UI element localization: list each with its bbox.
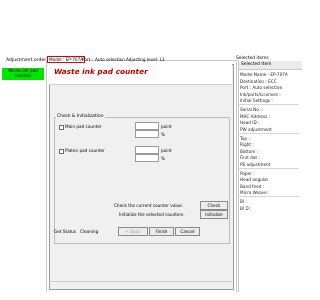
platen-pad-label: Platen pad counter (65, 148, 105, 153)
selected-item: Model Name : EP-707A (240, 72, 288, 77)
main-pad-percent-unit: % (161, 132, 165, 137)
initialize-description: Initialize the selected counters. (119, 212, 185, 217)
check-description: Check the current counter value. (114, 203, 184, 208)
platen-pad-point-field (135, 146, 159, 154)
main-pad-percent-field (135, 130, 159, 138)
tab-model[interactable]: Model : EP-707A (47, 56, 86, 63)
initialize-button[interactable]: Initialize (200, 210, 228, 219)
selected-item: Top : (240, 135, 250, 141)
tab-port[interactable]: Port : (82, 57, 93, 62)
tab-adjusting-level[interactable]: Adjusting level: L3 (126, 57, 165, 62)
selected-item: Ink/parts/Licenses : (240, 91, 281, 97)
platen-pad-percent-field (135, 154, 159, 162)
selected-item: PE adjustment (240, 161, 271, 167)
selected-item: BI : (240, 199, 247, 204)
selected-item: MAC Address : (240, 113, 271, 119)
selected-item: First dot : (240, 155, 260, 160)
group-title: Check & Initialization (56, 114, 105, 119)
platen-pad-point-unit: point (161, 148, 172, 153)
main-pad-checkbox[interactable] (59, 125, 64, 130)
bottom-strip (0, 292, 300, 300)
selected-item: Bottom : (240, 148, 259, 154)
platen-pad-percent-unit: % (161, 156, 165, 161)
selected-item: BI D : (240, 205, 252, 211)
selected-item: PW adjustment (240, 126, 272, 132)
selected-item: Head angular (240, 177, 269, 182)
status-value: Cleaning (80, 229, 99, 234)
main-pad-label: Main pad counter (65, 124, 102, 129)
selected-item: Band feed : (240, 183, 265, 189)
selected-item: Head ID : (240, 120, 260, 125)
get-status-label: Get Status (54, 229, 77, 234)
selected-item: Paper : (240, 170, 255, 176)
back-button[interactable]: < Back (118, 227, 148, 236)
dialog-title: Waste ink pad counter (54, 67, 148, 76)
selected-item: Port : Auto selection (240, 85, 283, 90)
selected-item: Right : (240, 142, 254, 147)
panel-separator (239, 132, 299, 134)
adjustment-item-waste-ink[interactable]: Waste ink pad counter (2, 68, 44, 80)
selected-item: Destination : ECC (240, 78, 277, 84)
finish-button[interactable]: Finish (149, 227, 174, 236)
check-button[interactable]: Check (200, 201, 228, 210)
adjustment-order-title: Adjustment order (6, 58, 47, 63)
panel-separator (239, 167, 299, 169)
main-pad-point-field (135, 122, 159, 130)
adjustment-order-panel (0, 62, 50, 290)
selected-item: Serial No. : (240, 107, 263, 112)
main-pad-point-unit: point (161, 124, 172, 129)
panel-separator (239, 104, 299, 105)
platen-pad-checkbox[interactable] (59, 149, 64, 154)
selected-item: Initial Settings : (240, 98, 273, 103)
dialog-footer-divider (49, 281, 232, 282)
tab-auto-selection[interactable]: Auto selection (95, 57, 125, 62)
selected-item: Micro Weave : (240, 190, 270, 195)
selected-items-header: Selected Item (239, 61, 302, 70)
panel-separator (239, 196, 299, 197)
cancel-button[interactable]: Cancel (175, 227, 200, 236)
